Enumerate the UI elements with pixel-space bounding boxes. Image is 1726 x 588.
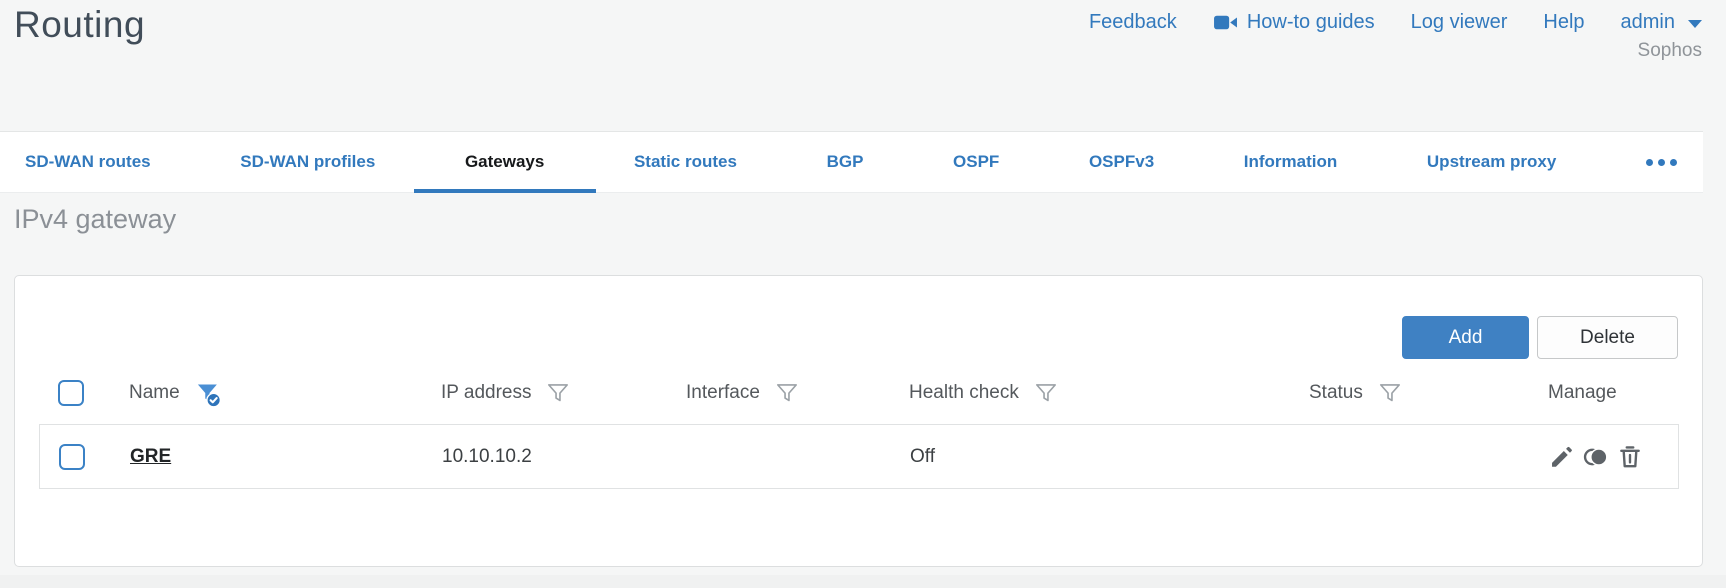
row-checkbox[interactable]: [59, 443, 85, 470]
filter-icon[interactable]: [545, 380, 571, 406]
column-header-name: Name: [129, 382, 180, 403]
column-header-status: Status: [1309, 382, 1363, 403]
tab-sd-wan-profiles[interactable]: SD-WAN profiles: [240, 132, 375, 192]
filter-icon[interactable]: [1377, 380, 1403, 406]
howto-guides-label: How-to guides: [1246, 11, 1375, 33]
tab-upstream-proxy[interactable]: Upstream proxy: [1427, 132, 1556, 192]
page-bottom-edge: [0, 575, 1726, 588]
log-viewer-link[interactable]: Log viewer: [1411, 11, 1508, 34]
gateway-name-link[interactable]: GRE: [130, 446, 171, 468]
tab-sd-wan-routes[interactable]: SD-WAN routes: [25, 132, 151, 192]
header-utility-area: Feedback How-to guides Log viewer Help a…: [1089, 10, 1702, 62]
table-header: Name IP address Interface Health check S…: [39, 372, 1679, 414]
filter-icon[interactable]: [774, 380, 800, 406]
section-heading: IPv4 gateway: [14, 204, 177, 234]
select-all-checkbox[interactable]: [58, 380, 84, 406]
page-title: Routing: [14, 4, 146, 45]
clone-icon[interactable]: [1583, 444, 1609, 470]
chevron-down-icon: [1688, 20, 1702, 28]
add-button[interactable]: Add: [1402, 316, 1529, 359]
user-menu[interactable]: admin: [1621, 11, 1702, 34]
brand-label: Sophos: [1637, 40, 1702, 61]
column-header-health-check: Health check: [909, 382, 1019, 403]
user-menu-label: admin: [1620, 11, 1675, 33]
column-header-ip-address: IP address: [441, 382, 532, 403]
edit-icon[interactable]: [1549, 444, 1575, 470]
table-row: GRE 10.10.10.2 Off: [39, 424, 1679, 489]
tab-ospf[interactable]: OSPF: [953, 132, 999, 192]
filter-icon[interactable]: [1033, 380, 1059, 406]
delete-button[interactable]: Delete: [1537, 316, 1678, 359]
more-tabs-button[interactable]: [1645, 132, 1677, 192]
gateway-ip-address: 10.10.10.2: [442, 445, 532, 467]
gateway-health-check: Off: [910, 445, 935, 467]
ipv4-gateway-panel: Add Delete Name IP address Interface Hea…: [14, 275, 1703, 567]
tab-bgp[interactable]: BGP: [827, 132, 864, 192]
howto-guides-link[interactable]: How-to guides: [1213, 10, 1375, 35]
tab-static-routes[interactable]: Static routes: [634, 132, 737, 192]
routing-tabbar: SD-WAN routes SD-WAN profiles Gateways S…: [0, 131, 1703, 193]
column-header-manage: Manage: [1548, 382, 1617, 403]
ellipsis-icon: [1645, 158, 1653, 166]
tab-ospfv3[interactable]: OSPFv3: [1089, 132, 1154, 192]
tab-gateways[interactable]: Gateways: [465, 132, 544, 192]
video-camera-icon: [1213, 15, 1237, 30]
delete-row-icon[interactable]: [1617, 444, 1643, 470]
feedback-link[interactable]: Feedback: [1089, 11, 1177, 34]
help-link[interactable]: Help: [1543, 11, 1584, 34]
filter-active-icon[interactable]: [194, 380, 223, 409]
tab-information[interactable]: Information: [1244, 132, 1338, 192]
column-header-interface: Interface: [686, 382, 760, 403]
